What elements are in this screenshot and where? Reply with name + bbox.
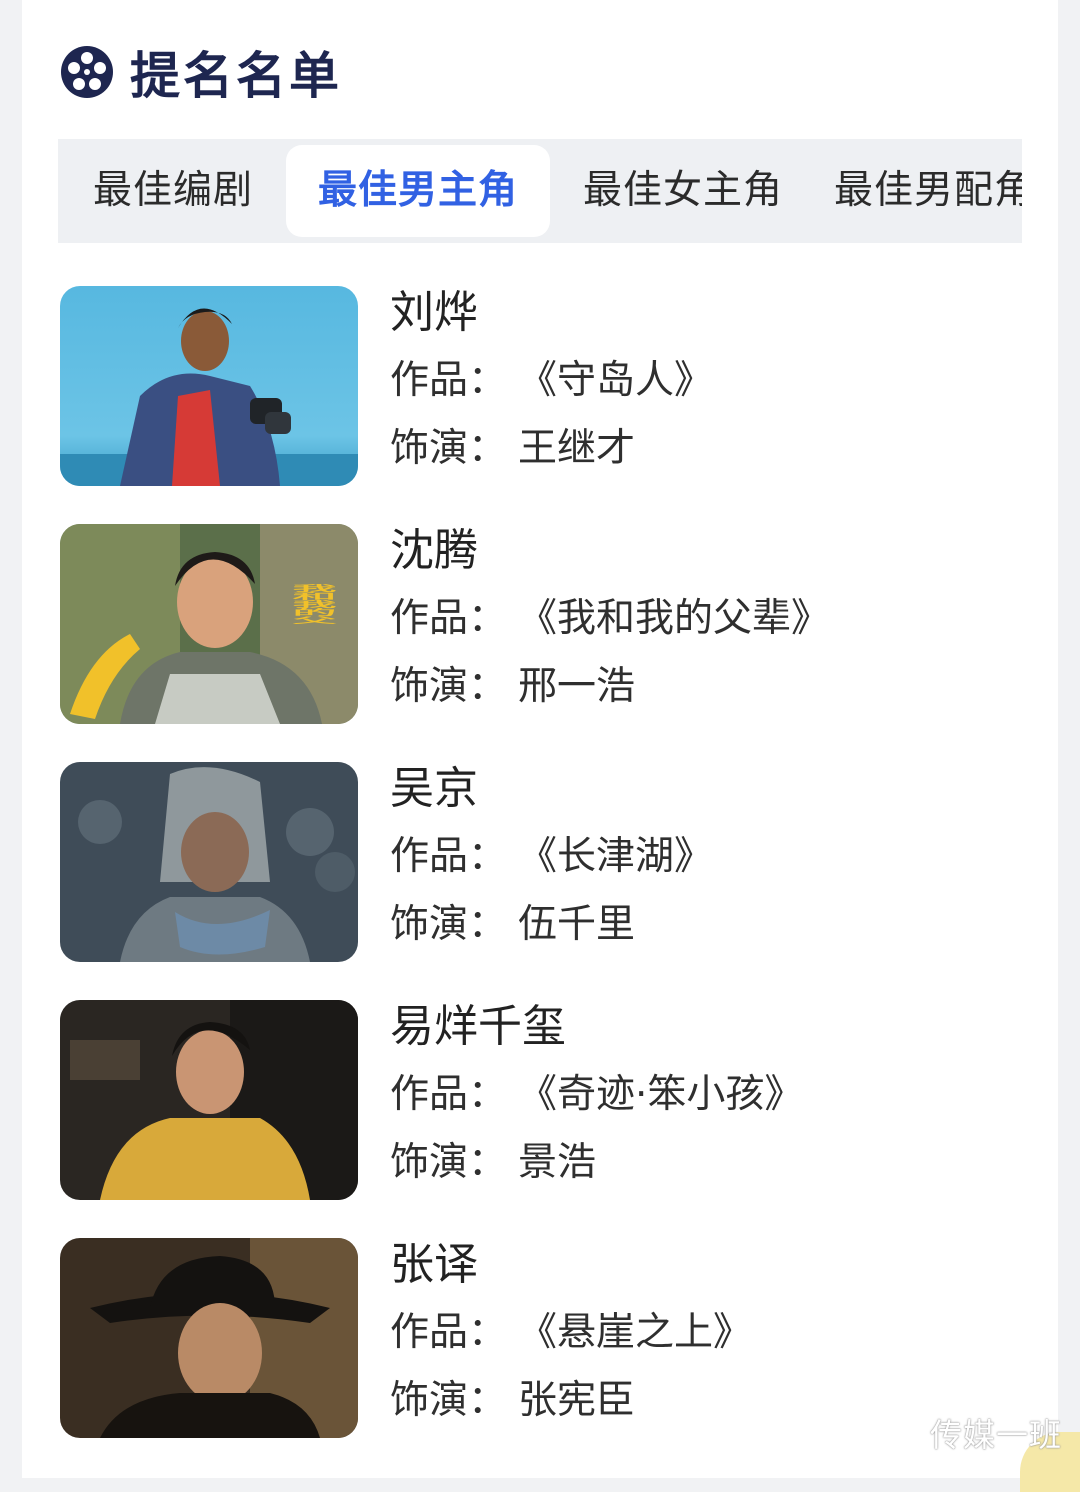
work-line: 作品： 《悬崖之上》 — [390, 1307, 752, 1359]
role-line: 饰演： 景浩 — [390, 1137, 596, 1189]
work-title: 《奇迹·笨小孩》 — [518, 1072, 804, 1117]
role-line: 饰演： 邢一浩 — [390, 661, 635, 713]
watermark: 传媒一班 — [929, 1416, 1062, 1454]
nominee-name: 张译 — [390, 1239, 478, 1290]
tab-best-screenplay[interactable]: 最佳编剧 — [68, 145, 278, 237]
role-name: 张宪臣 — [518, 1378, 636, 1423]
role-name: 景浩 — [518, 1140, 597, 1185]
work-line: 作品： 《奇迹·笨小孩》 — [390, 1069, 803, 1121]
poster-thumbnail[interactable]: 我和我的父 — [60, 524, 358, 724]
role-label: 饰演： — [390, 664, 508, 709]
role-label: 饰演： — [390, 426, 508, 471]
work-line: 作品： 《我和我的父辈》 — [390, 593, 830, 645]
film-reel-icon — [61, 46, 113, 98]
nominee-item[interactable]: 吴京 作品： 《长津湖》 饰演： 伍千里 — [58, 761, 1022, 963]
page-title: 提名名单 — [130, 47, 342, 105]
work-title: 《悬崖之上》 — [518, 1310, 753, 1355]
tab-best-actress[interactable]: 最佳女主角 — [568, 145, 798, 237]
role-line: 饰演： 伍千里 — [390, 899, 635, 951]
role-name: 邢一浩 — [518, 664, 636, 709]
nominee-name: 刘烨 — [390, 287, 478, 338]
work-label: 作品： — [390, 358, 508, 403]
nominee-name: 易烊千玺 — [390, 1001, 566, 1052]
role-label: 饰演： — [390, 1378, 508, 1423]
tab-best-actor[interactable]: 最佳男主角 — [286, 145, 550, 237]
section-header: 提名名单 — [60, 40, 342, 105]
role-line: 饰演： 张宪臣 — [390, 1375, 635, 1427]
nominee-name: 吴京 — [390, 763, 478, 814]
category-tabs: 最佳编剧 最佳男主角 最佳女主角 最佳男配角 — [58, 139, 1022, 243]
nominee-item[interactable]: 张译 作品： 《悬崖之上》 饰演： 张宪臣 — [58, 1237, 1022, 1439]
work-title: 《我和我的父辈》 — [518, 596, 831, 641]
role-label: 饰演： — [390, 1140, 508, 1185]
poster-thumbnail[interactable] — [60, 1000, 358, 1200]
poster-overlay-text: 我和我的父 — [285, 584, 337, 624]
work-title: 《守岛人》 — [518, 358, 714, 403]
role-name: 伍千里 — [518, 902, 636, 947]
nominee-card: 提名名单 最佳编剧 最佳男主角 最佳女主角 最佳男配角 刘烨 作品： 《守岛人》… — [22, 0, 1058, 1478]
nominee-item[interactable]: 刘烨 作品： 《守岛人》 饰演： 王继才 — [58, 285, 1022, 487]
work-label: 作品： — [390, 596, 508, 641]
nominee-name: 沈腾 — [390, 525, 478, 576]
work-line: 作品： 《守岛人》 — [390, 355, 713, 407]
poster-thumbnail[interactable] — [60, 762, 358, 962]
role-name: 王继才 — [518, 426, 636, 471]
work-line: 作品： 《长津湖》 — [390, 831, 713, 883]
nominee-item[interactable]: 易烊千玺 作品： 《奇迹·笨小孩》 饰演： 景浩 — [58, 999, 1022, 1201]
work-title: 《长津湖》 — [518, 834, 714, 879]
role-line: 饰演： 王继才 — [390, 423, 635, 475]
poster-thumbnail[interactable] — [60, 1238, 358, 1438]
work-label: 作品： — [390, 1072, 508, 1117]
work-label: 作品： — [390, 834, 508, 879]
nominee-item[interactable]: 我和我的父 沈腾 作品：《我和我的父辈》 饰演：邢一浩 — [58, 523, 1022, 725]
tab-best-supporting-actor[interactable]: 最佳男配角 — [834, 145, 1022, 237]
work-label: 作品： — [390, 1310, 508, 1355]
role-label: 饰演： — [390, 902, 508, 947]
poster-thumbnail[interactable] — [60, 286, 358, 486]
